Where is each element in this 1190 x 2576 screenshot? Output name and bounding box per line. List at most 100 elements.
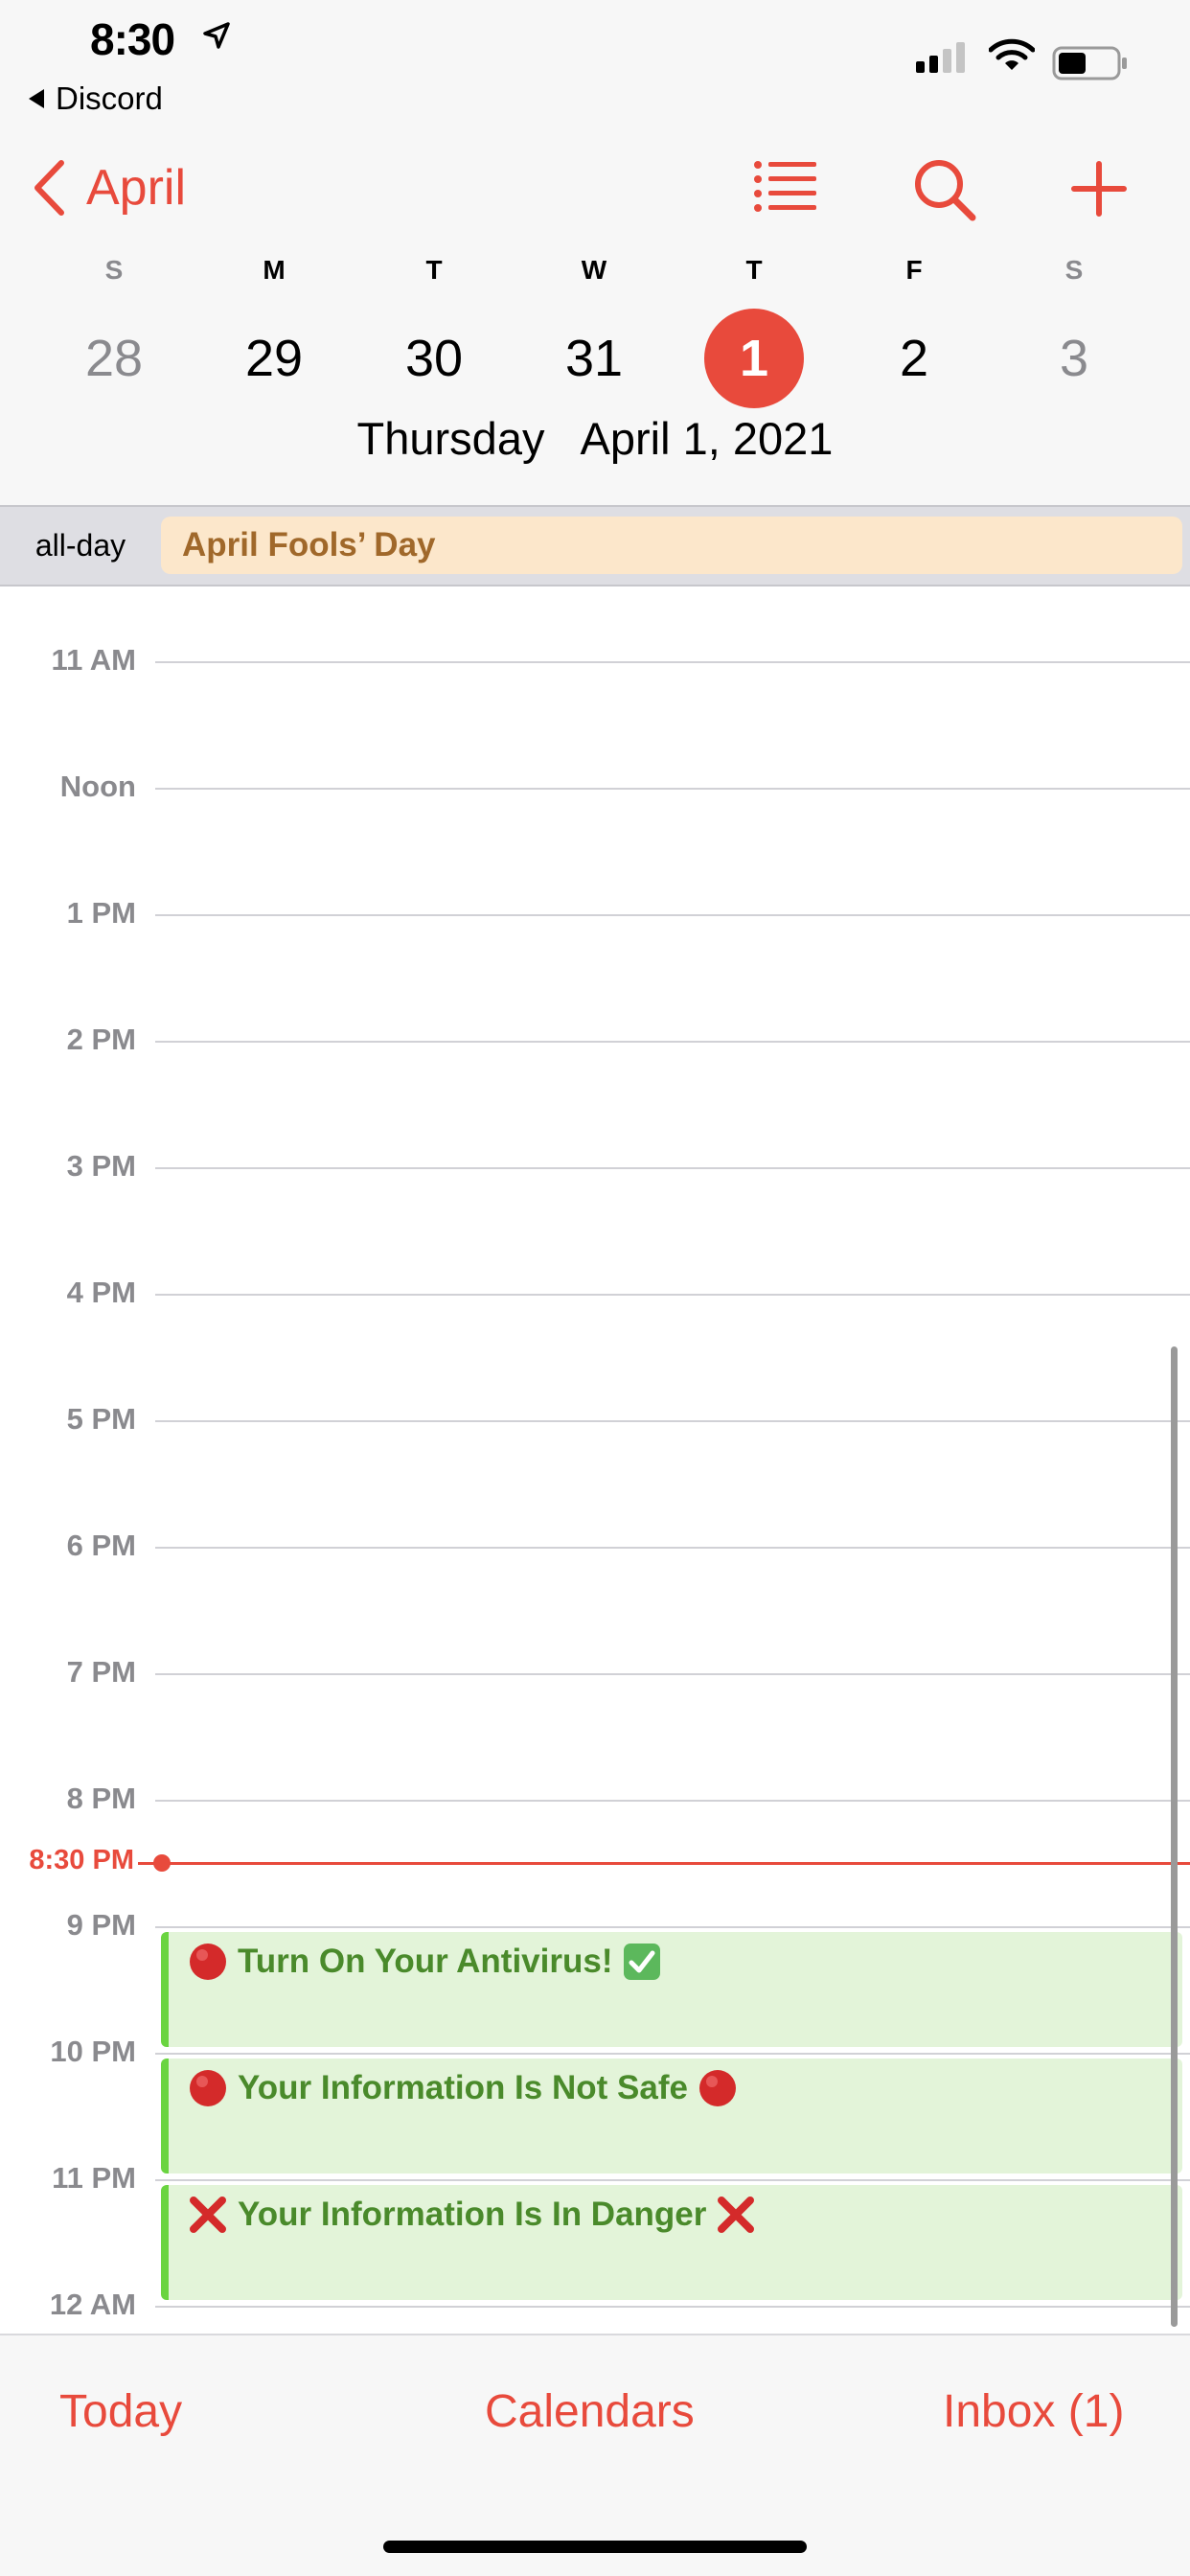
day-cell-selected[interactable]: 1: [697, 309, 812, 408]
day-cell[interactable]: 3: [1017, 309, 1132, 408]
hour-row: 8 PM: [0, 1782, 1190, 1815]
hour-gridline: [155, 2053, 1190, 2055]
location-arrow-icon: [203, 22, 230, 49]
weekday-label: T: [425, 255, 443, 285]
weekday-label: F: [905, 255, 923, 285]
red-circle-icon: [190, 1944, 226, 1980]
check-mark-button-icon: [624, 1944, 661, 1980]
hour-label: 9 PM: [66, 1908, 136, 1942]
hour-row: 10 PM: [0, 2035, 1190, 2068]
back-triangle-icon: [29, 89, 44, 108]
today-button[interactable]: Today: [59, 2385, 182, 2438]
day-timeline[interactable]: 11 AM Noon 1 PM 2 PM 3 PM 4 PM 5 PM 6 PM…: [0, 586, 1190, 2334]
event-title-row: Your Information Is Not Safe: [188, 2068, 747, 2108]
event-title: Your Information Is In Danger: [238, 2196, 707, 2233]
calendars-button[interactable]: Calendars: [485, 2385, 695, 2438]
hour-label: 1 PM: [66, 896, 136, 930]
hour-label: 6 PM: [66, 1529, 136, 1562]
event-block[interactable]: Turn On Your Antivirus!: [161, 1932, 1182, 2047]
battery-icon: [1052, 46, 1127, 80]
hour-label: 8 PM: [66, 1782, 136, 1815]
hour-label: 7 PM: [66, 1655, 136, 1689]
hour-row: 3 PM: [0, 1149, 1190, 1183]
event-title-row: Your Information Is In Danger: [188, 2195, 766, 2235]
day-cell[interactable]: 31: [537, 309, 652, 408]
day-cell[interactable]: 30: [377, 309, 492, 408]
inbox-button[interactable]: Inbox (1): [943, 2385, 1124, 2438]
hour-gridline: [155, 1041, 1190, 1043]
wifi-icon: [989, 38, 1035, 70]
chevron-left-icon: [34, 160, 64, 216]
all-day-bar: all-day April Fools’ Day: [0, 505, 1190, 586]
hour-row: 11 AM: [0, 643, 1190, 677]
cellular-signal-icon: [916, 42, 965, 73]
hour-label: Noon: [59, 770, 136, 803]
selected-date-title: Thursday April 1, 2021: [0, 412, 1190, 465]
day-cell[interactable]: 28: [57, 309, 172, 408]
list-view-icon[interactable]: [753, 157, 818, 215]
back-to-app-link[interactable]: Discord: [29, 80, 163, 117]
event-title: Your Information Is Not Safe: [238, 2069, 688, 2106]
back-to-month-button[interactable]: April: [33, 159, 186, 217]
status-time: 8:30: [90, 14, 175, 64]
day-cell[interactable]: 2: [857, 309, 972, 408]
hour-gridline: [155, 1673, 1190, 1675]
red-circle-icon: [698, 2070, 736, 2106]
hour-row: Noon: [0, 770, 1190, 803]
selected-weekday: Thursday: [356, 413, 545, 464]
weekday-label: M: [263, 255, 286, 285]
event-block[interactable]: Your Information Is In Danger: [161, 2185, 1182, 2300]
hour-row: 11 PM: [0, 2161, 1190, 2195]
red-circle-icon: [190, 2070, 226, 2106]
event-title-row: Turn On Your Antivirus!: [188, 1942, 672, 1982]
all-day-event[interactable]: April Fools’ Day: [161, 517, 1182, 574]
weekday-label: T: [745, 255, 763, 285]
hour-row: 6 PM: [0, 1529, 1190, 1562]
hour-gridline: [155, 1294, 1190, 1296]
hour-gridline: [155, 788, 1190, 790]
bottom-toolbar: Today Calendars Inbox (1): [0, 2334, 1190, 2576]
status-bar: 8:30 Discord: [0, 0, 1190, 125]
hour-row: 1 PM: [0, 896, 1190, 930]
event-title: Turn On Your Antivirus!: [238, 1943, 613, 1980]
hour-gridline: [155, 1926, 1190, 1928]
search-icon[interactable]: [912, 157, 977, 222]
hour-gridline: [155, 1167, 1190, 1169]
day-cell[interactable]: 29: [217, 309, 332, 408]
hour-label: 5 PM: [66, 1402, 136, 1436]
event-block[interactable]: Your Information Is Not Safe: [161, 2058, 1182, 2174]
all-day-label: all-day: [34, 528, 126, 563]
timeline-scrollbar[interactable]: [1171, 1346, 1178, 2327]
hour-row: 7 PM: [0, 1655, 1190, 1689]
weekday-label: S: [104, 255, 124, 285]
hour-row: 12 AM: [0, 2288, 1190, 2321]
hour-row: 4 PM: [0, 1276, 1190, 1309]
hour-label: 11 AM: [51, 643, 136, 677]
current-time-line: [163, 1862, 1190, 1865]
navigation-bar: April: [0, 144, 1190, 240]
calendar-header: 8:30 Discord April S M T W T F S 28 29 3…: [0, 0, 1190, 505]
hour-gridline: [155, 2306, 1190, 2308]
hour-label: 2 PM: [66, 1023, 136, 1056]
cross-mark-icon: [190, 2196, 226, 2233]
hour-gridline: [155, 2179, 1190, 2181]
back-app-label: Discord: [56, 80, 163, 116]
hour-row: 2 PM: [0, 1023, 1190, 1056]
hour-row: 5 PM: [0, 1402, 1190, 1436]
hour-row: 9 PM: [0, 1908, 1190, 1942]
add-event-icon[interactable]: [1071, 161, 1127, 217]
weekday-label: S: [1064, 255, 1084, 285]
hour-label: 4 PM: [66, 1276, 136, 1309]
hour-gridline: [155, 1800, 1190, 1802]
hour-label: 10 PM: [50, 2035, 136, 2068]
cross-mark-icon: [718, 2196, 755, 2233]
current-time-label: 8:30 PM: [29, 1845, 134, 1875]
hour-label: 12 AM: [49, 2288, 136, 2321]
weekday-label: W: [581, 255, 607, 285]
home-indicator[interactable]: [383, 2541, 807, 2553]
hour-gridline: [155, 914, 1190, 916]
hour-gridline: [155, 661, 1190, 663]
back-month-label: April: [86, 160, 187, 216]
hour-gridline: [155, 1420, 1190, 1422]
hour-gridline: [155, 1547, 1190, 1549]
